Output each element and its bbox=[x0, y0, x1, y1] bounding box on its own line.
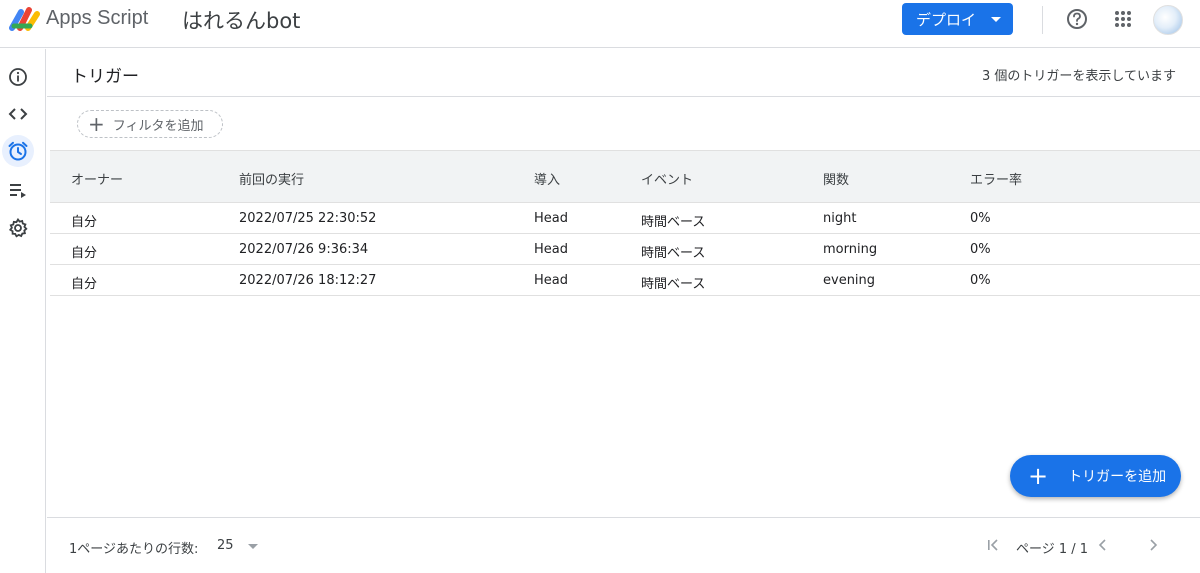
column-header-error-rate[interactable]: エラー率 bbox=[970, 169, 1022, 188]
cell-deployment: Head bbox=[534, 242, 568, 257]
project-name[interactable]: はれるんbot bbox=[182, 5, 300, 35]
chevron-down-icon bbox=[991, 17, 1001, 22]
info-icon bbox=[9, 68, 27, 86]
first-page-button[interactable] bbox=[983, 534, 1003, 556]
cell-event: 時間ベース bbox=[641, 215, 706, 230]
add-trigger-label: トリガーを追加 bbox=[1068, 469, 1167, 485]
next-page-button[interactable] bbox=[1143, 534, 1163, 556]
apps-grid-icon bbox=[1115, 11, 1131, 27]
add-filter-label: フィルタを追加 bbox=[112, 118, 204, 134]
deploy-button[interactable]: デプロイ bbox=[902, 3, 1013, 35]
cell-deployment: Head bbox=[534, 273, 568, 288]
column-header-deployment[interactable]: 導入 bbox=[534, 169, 560, 188]
cell-owner: 自分 bbox=[71, 246, 98, 261]
sidebar-item-overview[interactable] bbox=[2, 61, 34, 93]
plus-icon: + bbox=[88, 112, 105, 136]
cell-error-rate: 0% bbox=[970, 242, 991, 257]
help-button[interactable] bbox=[1064, 6, 1090, 32]
rows-per-page-select[interactable]: 25 bbox=[217, 538, 234, 553]
deploy-button-label: デプロイ bbox=[916, 10, 977, 29]
divider bbox=[1042, 6, 1043, 34]
trigger-count-text: 3 個のトリガーを表示しています bbox=[981, 69, 1176, 84]
column-header-function[interactable]: 関数 bbox=[823, 169, 849, 188]
cell-deployment: Head bbox=[534, 211, 568, 226]
chevron-right-icon bbox=[1150, 539, 1158, 551]
account-avatar[interactable] bbox=[1153, 5, 1183, 35]
app-name[interactable]: Apps Script bbox=[46, 7, 148, 30]
add-filter-button[interactable]: + フィルタを追加 bbox=[77, 110, 223, 138]
rows-per-page-label: 1ページあたりの行数: bbox=[69, 542, 199, 557]
cell-last-run: 2022/07/25 22:30:52 bbox=[239, 211, 377, 226]
apps-script-logo[interactable] bbox=[8, 6, 42, 32]
pagination-footer: 1ページあたりの行数: 25 ページ 1 / 1 bbox=[47, 517, 1200, 573]
chevron-left-icon bbox=[1098, 539, 1106, 551]
cell-event: 時間ベース bbox=[641, 246, 706, 261]
cell-last-run: 2022/07/26 9:36:34 bbox=[239, 242, 369, 257]
cell-last-run: 2022/07/26 18:12:27 bbox=[239, 273, 377, 288]
cell-owner: 自分 bbox=[71, 215, 98, 230]
sidebar-item-settings[interactable] bbox=[2, 212, 34, 244]
sidebar-item-editor[interactable] bbox=[2, 98, 34, 130]
cell-owner: 自分 bbox=[71, 277, 98, 292]
sidebar-item-triggers[interactable] bbox=[2, 135, 34, 167]
cell-error-rate: 0% bbox=[970, 211, 991, 226]
apps-button[interactable] bbox=[1110, 6, 1136, 32]
left-navigation bbox=[0, 49, 46, 573]
column-header-owner[interactable]: オーナー bbox=[71, 169, 123, 188]
page-indicator: ページ 1 / 1 bbox=[1016, 542, 1089, 557]
executions-icon bbox=[10, 184, 26, 198]
top-app-bar: Apps Script はれるんbot デプロイ bbox=[0, 0, 1200, 48]
add-trigger-button[interactable]: + トリガーを追加 bbox=[1010, 455, 1181, 497]
gear-icon bbox=[8, 218, 28, 238]
page-title: トリガー bbox=[71, 67, 139, 87]
column-header-last-run[interactable]: 前回の実行 bbox=[239, 169, 304, 188]
table-row[interactable]: 自分 2022/07/26 9:36:34 Head 時間ベース morning… bbox=[50, 234, 1200, 265]
cell-function: night bbox=[823, 211, 857, 226]
cell-error-rate: 0% bbox=[970, 273, 991, 288]
table-row[interactable]: 自分 2022/07/25 22:30:52 Head 時間ベース night … bbox=[50, 203, 1200, 234]
previous-page-button[interactable] bbox=[1093, 534, 1113, 556]
table-header: オーナー 前回の実行 導入 イベント 関数 エラー率 bbox=[50, 150, 1200, 203]
main-content: トリガー 3 個のトリガーを表示しています + フィルタを追加 オーナー 前回の… bbox=[47, 49, 1200, 573]
code-icon bbox=[8, 108, 28, 120]
help-circle-icon bbox=[1067, 9, 1087, 29]
cell-function: evening bbox=[823, 273, 876, 288]
plus-icon: + bbox=[1028, 462, 1049, 490]
page-header: トリガー 3 個のトリガーを表示しています bbox=[47, 49, 1200, 97]
alarm-clock-icon bbox=[8, 141, 28, 161]
sidebar-item-executions[interactable] bbox=[2, 174, 34, 206]
table-row[interactable]: 自分 2022/07/26 18:12:27 Head 時間ベース evenin… bbox=[50, 265, 1200, 296]
first-page-icon bbox=[988, 539, 998, 551]
cell-function: morning bbox=[823, 242, 878, 257]
chevron-down-icon[interactable] bbox=[248, 544, 258, 549]
column-header-event[interactable]: イベント bbox=[641, 169, 693, 188]
cell-event: 時間ベース bbox=[641, 277, 706, 292]
